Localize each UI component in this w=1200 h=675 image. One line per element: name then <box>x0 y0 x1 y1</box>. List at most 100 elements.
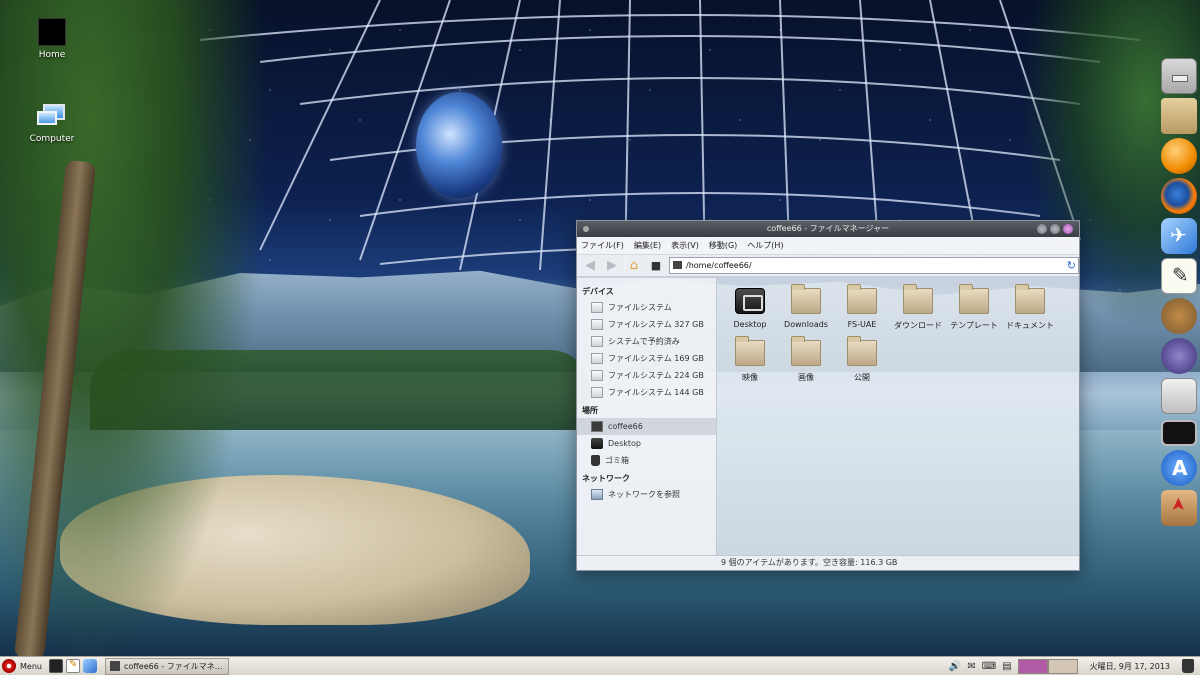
folder-icon <box>959 284 989 314</box>
safari-icon[interactable] <box>82 659 97 673</box>
keyboard-icon[interactable]: ⌨ <box>982 661 996 672</box>
desktop-icon-computer[interactable]: Computer <box>22 104 82 144</box>
package-installer-icon[interactable] <box>1161 490 1197 526</box>
sidebar-item-device[interactable]: ファイルシステム 327 GB <box>577 316 716 333</box>
taskbar-window-label: coffee66 - ファイルマネ... <box>123 661 223 671</box>
reload-icon[interactable]: ↻ <box>1067 259 1076 272</box>
sidebar-item-label: Desktop <box>608 439 641 448</box>
back-arrow-icon[interactable]: ◀ <box>581 257 599 275</box>
menu-go[interactable]: 移動(G) <box>709 240 737 251</box>
window-manager-icon[interactable] <box>1161 378 1197 414</box>
sidebar-item-home[interactable]: coffee66 <box>577 418 716 435</box>
sidebar-header-places: 場所 <box>582 406 598 415</box>
sidebar-item-desktop[interactable]: Desktop <box>577 435 716 452</box>
dock <box>1158 58 1200 530</box>
text-editor-icon[interactable] <box>65 659 80 673</box>
folder-icon <box>735 336 765 366</box>
desktop-icon-home[interactable]: Home <box>22 18 82 60</box>
file-item-label: テンプレート <box>950 321 998 330</box>
file-item-downloads[interactable]: Downloads <box>778 284 834 331</box>
workspace-switcher[interactable] <box>1017 658 1078 674</box>
volume-icon[interactable]: 🔊 <box>949 661 961 672</box>
computer-icon <box>591 421 603 432</box>
drive-icon <box>591 387 603 398</box>
gimp-icon[interactable] <box>1161 298 1197 334</box>
home-icon[interactable]: ⌂ <box>625 257 643 275</box>
orange-app-icon[interactable] <box>1161 138 1197 174</box>
menu-edit[interactable]: 編集(E) <box>634 240 661 251</box>
sidebar-item-trash[interactable]: ゴミ箱 <box>577 452 716 469</box>
sidebar-item-device[interactable]: ファイルシステム <box>577 299 716 316</box>
drive-icon <box>591 302 603 313</box>
minimize-button[interactable] <box>1037 224 1047 234</box>
sidebar-item-label: ネットワークを参照 <box>608 490 680 499</box>
clock[interactable]: 火曜日, 9月 17, 2013 <box>1084 661 1176 672</box>
monitor-icon[interactable] <box>1161 420 1197 446</box>
firefox-icon[interactable] <box>1161 178 1197 214</box>
file-item-fs-uae[interactable]: FS-UAE <box>834 284 890 331</box>
trash-icon <box>591 455 600 466</box>
drive-icon <box>591 353 603 364</box>
mail-icon[interactable]: ✉ <box>967 661 975 672</box>
sidebar-item-device[interactable]: ファイルシステム 224 GB <box>577 367 716 384</box>
home-folder-icon <box>38 18 66 46</box>
sidebar-item-device[interactable]: ファイルシステム 169 GB <box>577 350 716 367</box>
forward-arrow-icon[interactable]: ▶ <box>603 257 621 275</box>
drawer-icon[interactable] <box>1161 58 1197 94</box>
taskbar-window-button[interactable]: coffee66 - ファイルマネ... <box>104 657 229 675</box>
close-button[interactable] <box>1063 224 1073 234</box>
menu-view[interactable]: 表示(V) <box>671 240 699 251</box>
location-bar[interactable]: /home/coffee66/ ↻ <box>669 257 1079 274</box>
planet-earth <box>416 92 502 198</box>
file-item-videos[interactable]: 映像 <box>722 336 778 383</box>
location-path: /home/coffee66/ <box>686 261 752 270</box>
safari-icon[interactable] <box>1161 218 1197 254</box>
drive-icon <box>591 336 603 347</box>
start-menu-button[interactable]: Menu <box>0 657 46 675</box>
file-item-templates[interactable]: テンプレート <box>946 284 1002 331</box>
maximize-button[interactable] <box>1050 224 1060 234</box>
computer-icon <box>37 104 67 130</box>
sidebar-header-devices: デバイス <box>582 287 614 296</box>
file-item-label: Downloads <box>784 320 828 329</box>
folder-icon <box>847 284 877 314</box>
status-bar: 9 個のアイテムがあります。空き容量: 116.3 GB <box>577 555 1079 570</box>
app-store-icon[interactable] <box>1161 450 1197 486</box>
file-item-label: FS-UAE <box>847 320 877 329</box>
workspace-1[interactable] <box>1017 658 1048 674</box>
file-item-label: 映像 <box>742 373 758 382</box>
clipboard-icon[interactable]: ▤ <box>1002 661 1011 672</box>
sidebar-item-device[interactable]: システムで予約済み <box>577 333 716 350</box>
sidebar: デバイス ファイルシステム ファイルシステム 327 GB システムで予約済み … <box>577 278 717 556</box>
pen-app-icon[interactable] <box>1161 338 1197 374</box>
file-item-download-jp[interactable]: ダウンロード <box>890 284 946 331</box>
file-item-desktop[interactable]: Desktop <box>722 288 778 331</box>
terminal-icon[interactable] <box>48 659 63 673</box>
menu-help[interactable]: ヘルプ(H) <box>747 240 783 251</box>
menu-file[interactable]: ファイル(F) <box>581 240 624 251</box>
computer-icon <box>109 661 120 671</box>
window-titlebar[interactable]: coffee66 - ファイルマネージャー <box>577 221 1079 237</box>
file-item-label: Desktop <box>733 320 767 329</box>
sidebar-item-network[interactable]: ネットワークを参照 <box>577 486 716 503</box>
file-item-pictures[interactable]: 画像 <box>778 336 834 383</box>
sidebar-item-device[interactable]: ファイルシステム 144 GB <box>577 384 716 401</box>
computer-icon[interactable]: ■ <box>647 257 665 275</box>
file-item-label: ダウンロード <box>894 321 942 330</box>
drive-icon <box>591 319 603 330</box>
file-item-documents[interactable]: ドキュメント <box>1002 284 1058 331</box>
workspace-2[interactable] <box>1047 658 1078 674</box>
folder-icon <box>791 284 821 314</box>
desktop-icon <box>735 288 765 314</box>
folder-icon[interactable] <box>1161 98 1197 134</box>
text-editor-icon[interactable] <box>1161 258 1197 294</box>
trash-icon[interactable] <box>1182 659 1194 673</box>
sidebar-item-label: ファイルシステム 224 GB <box>608 371 704 380</box>
desktop-icon <box>591 438 603 449</box>
sidebar-item-label: coffee66 <box>608 422 643 431</box>
file-item-public[interactable]: 公開 <box>834 336 890 383</box>
sidebar-item-label: ファイルシステム 169 GB <box>608 354 704 363</box>
system-tray: 🔊 ✉ ⌨ ▤ 火曜日, 9月 17, 2013 <box>949 657 1200 675</box>
window-menu-icon[interactable] <box>583 226 589 232</box>
sidebar-header-network: ネットワーク <box>582 474 630 483</box>
